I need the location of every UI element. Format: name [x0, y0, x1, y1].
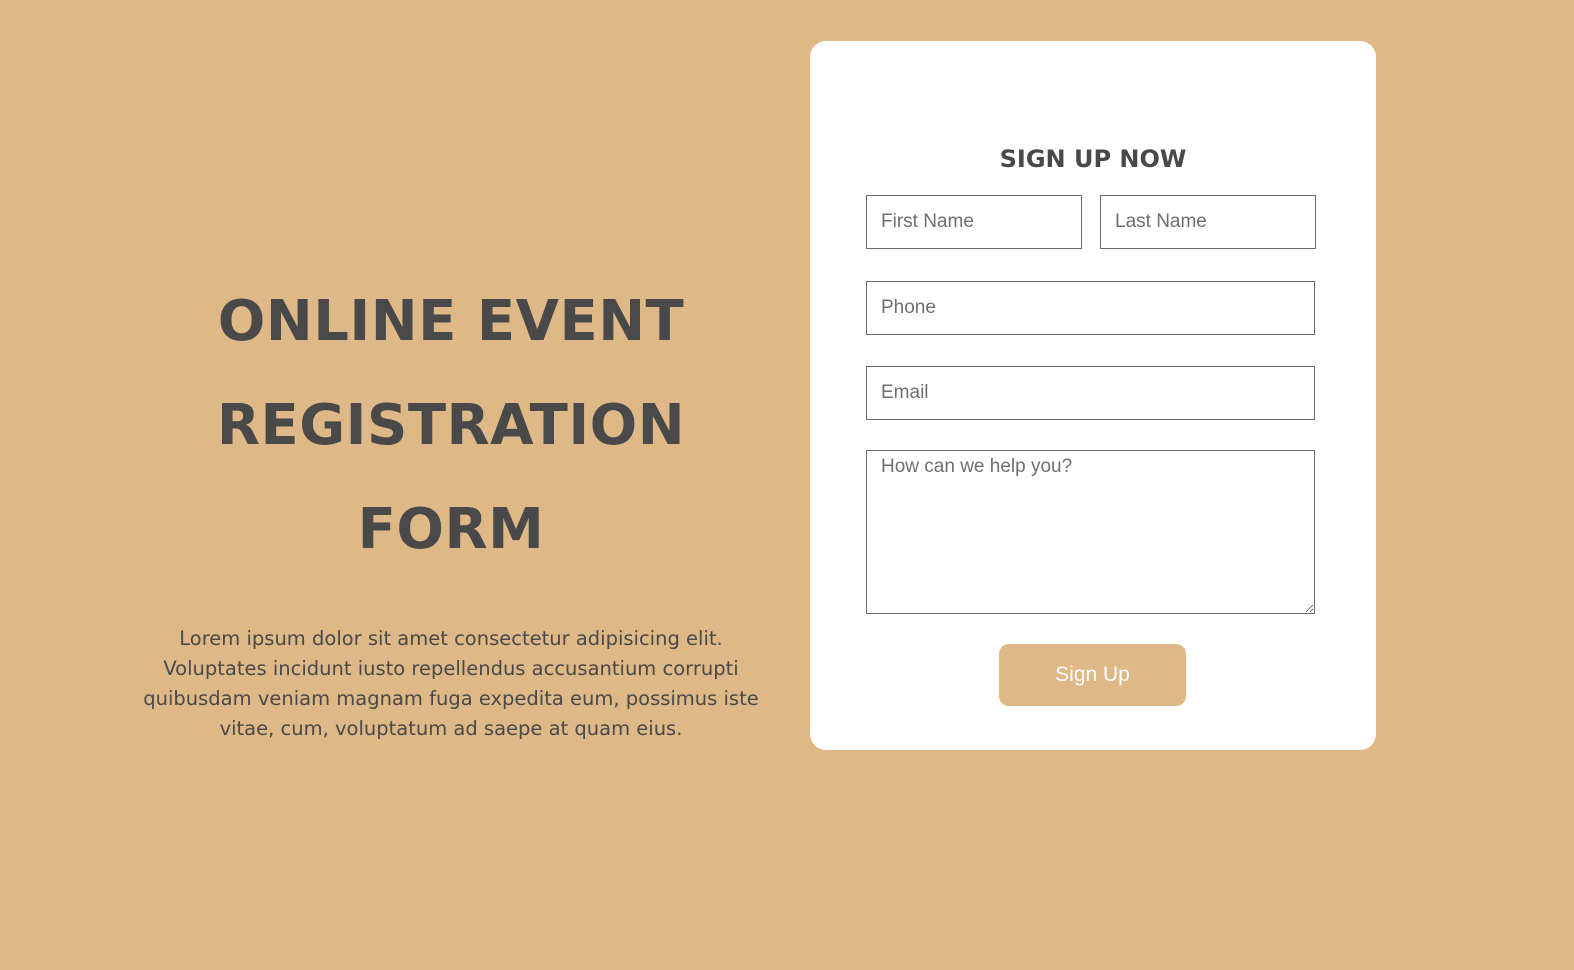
- sign-up-button[interactable]: Sign Up: [999, 644, 1186, 706]
- signup-form-card: SIGN UP NOW Sign Up: [810, 41, 1376, 750]
- hero-section: ONLINE EVENT REGISTRATION FORM Lorem ips…: [120, 270, 782, 744]
- signup-form-title: SIGN UP NOW: [999, 145, 1187, 173]
- last-name-input[interactable]: [1100, 195, 1316, 249]
- page-title-line-1: ONLINE EVENT: [217, 289, 685, 354]
- first-name-input[interactable]: [866, 195, 1082, 249]
- phone-input[interactable]: [866, 281, 1315, 335]
- hero-description: Lorem ipsum dolor sit amet consectetur a…: [143, 627, 759, 740]
- message-textarea[interactable]: [866, 450, 1315, 614]
- email-input[interactable]: [866, 366, 1315, 420]
- page-title-line-2: REGISTRATION: [216, 393, 686, 458]
- page-title-line-3: FORM: [357, 497, 545, 562]
- page-title: ONLINE EVENT REGISTRATION FORM: [120, 270, 782, 582]
